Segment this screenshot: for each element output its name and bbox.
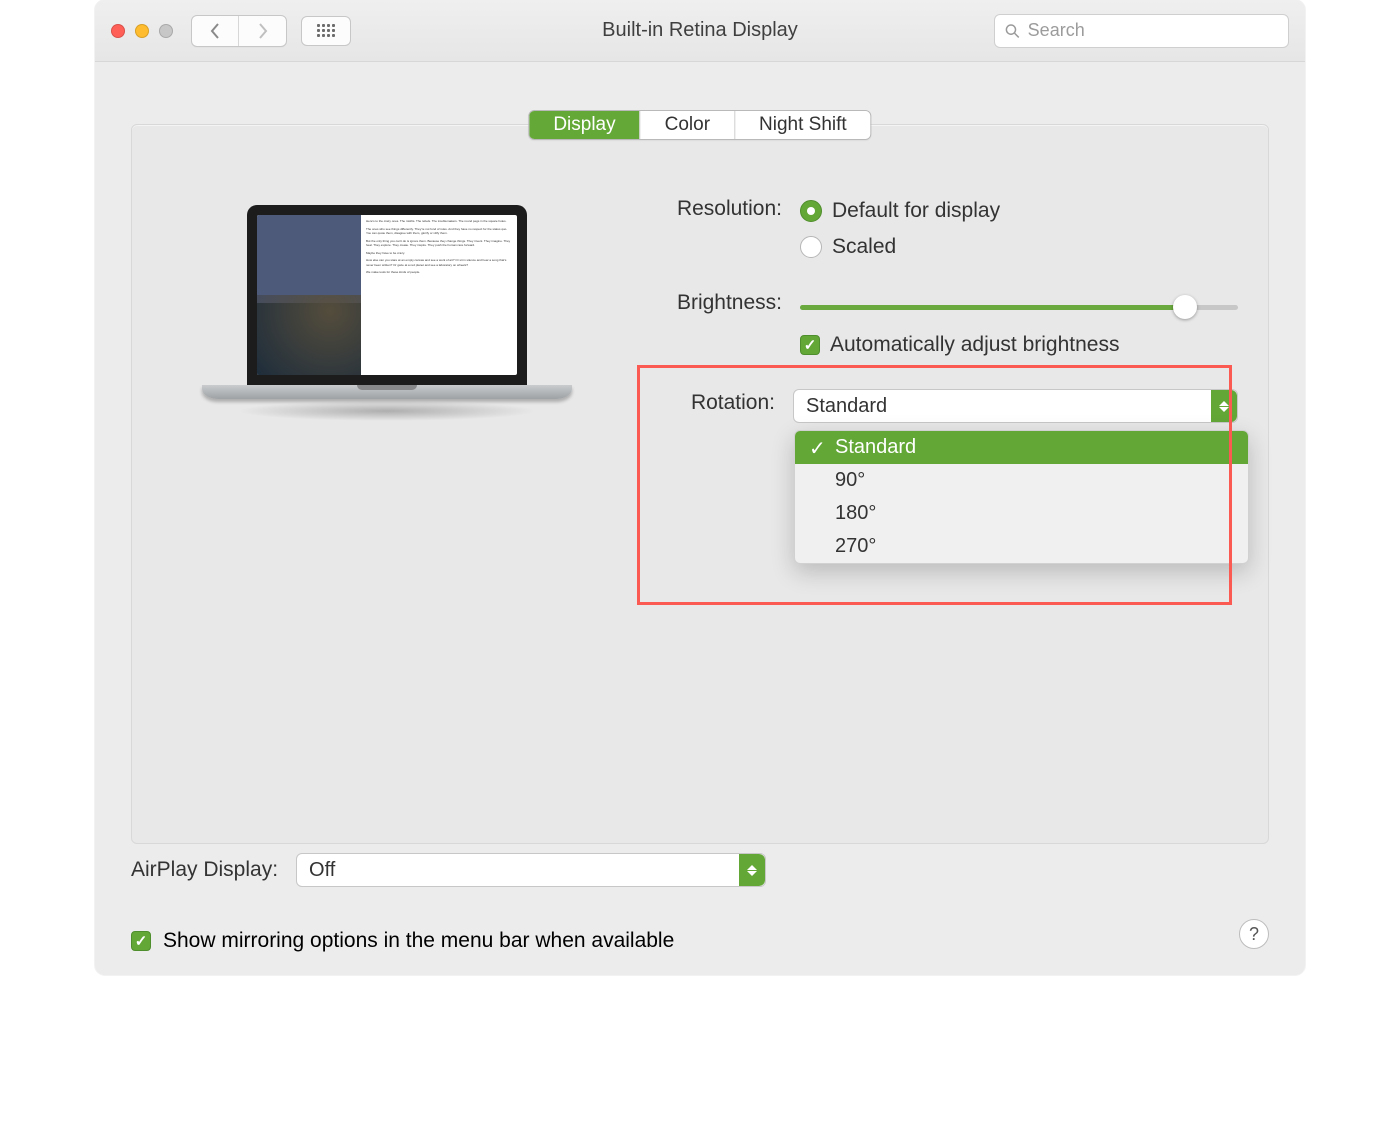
checkbox-checked-icon: ✓	[131, 931, 151, 951]
zoom-window-icon	[159, 24, 173, 38]
slider-thumb-icon[interactable]	[1173, 295, 1197, 319]
mirroring-label: Show mirroring options in the menu bar w…	[163, 929, 674, 953]
window-controls	[111, 24, 173, 38]
preferences-window: Built-in Retina Display Display Color Ni…	[95, 0, 1305, 975]
resolution-scaled-label: Scaled	[832, 235, 896, 259]
nav-back-forward	[191, 15, 287, 47]
rotation-dropdown: Standard 90° 180° 270°	[794, 430, 1249, 564]
radio-checked-icon	[800, 200, 822, 222]
display-preview-icon: Here's to the crazy ones. The misfits. T…	[202, 205, 572, 421]
rotation-current-value: Standard	[806, 395, 887, 418]
settings-panel: Display Color Night Shift Here's to the …	[131, 124, 1269, 844]
mirroring-checkbox[interactable]: ✓ Show mirroring options in the menu bar…	[131, 929, 1269, 953]
back-button[interactable]	[192, 16, 239, 46]
resolution-default-radio[interactable]: Default for display	[800, 199, 1238, 223]
auto-brightness-label: Automatically adjust brightness	[830, 333, 1119, 357]
tab-night-shift[interactable]: Night Shift	[734, 111, 871, 139]
radio-unchecked-icon	[800, 236, 822, 258]
brightness-slider[interactable]	[800, 297, 1238, 317]
help-button[interactable]: ?	[1239, 919, 1269, 949]
airplay-label: AirPlay Display:	[131, 858, 278, 882]
rotation-option-90[interactable]: 90°	[795, 464, 1248, 497]
rotation-option-270[interactable]: 270°	[795, 530, 1248, 563]
rotation-select[interactable]: Standard Standard 90° 180° 270°	[793, 389, 1238, 423]
tab-display[interactable]: Display	[529, 111, 639, 139]
rotation-option-standard[interactable]: Standard	[795, 431, 1248, 464]
stepper-icon	[1211, 390, 1237, 422]
brightness-row: Brightness: ✓ Automatically adjust brigh…	[622, 289, 1238, 357]
airplay-current-value: Off	[309, 859, 335, 882]
show-all-button[interactable]	[301, 16, 351, 46]
rotation-label: Rotation:	[622, 389, 775, 415]
resolution-label: Resolution:	[622, 195, 782, 221]
resolution-default-label: Default for display	[832, 199, 1000, 223]
grid-icon	[317, 24, 335, 38]
window-toolbar: Built-in Retina Display	[95, 0, 1305, 62]
bottom-area: AirPlay Display: Off ✓ Show mirroring op…	[131, 853, 1269, 953]
airplay-row: AirPlay Display: Off	[131, 853, 1269, 887]
tab-color[interactable]: Color	[640, 111, 734, 139]
help-icon: ?	[1249, 924, 1259, 945]
search-input[interactable]	[1028, 20, 1278, 41]
resolution-row: Resolution: Default for display Scaled	[622, 195, 1238, 271]
search-icon	[1005, 23, 1020, 39]
brightness-label: Brightness:	[622, 289, 782, 315]
airplay-select[interactable]: Off	[296, 853, 766, 887]
checkbox-checked-icon: ✓	[800, 335, 820, 355]
rotation-row: Rotation: Standard Standard 90° 180° 270…	[622, 389, 1238, 423]
close-window-icon[interactable]	[111, 24, 125, 38]
forward-button[interactable]	[239, 16, 286, 46]
auto-brightness-checkbox[interactable]: ✓ Automatically adjust brightness	[800, 333, 1238, 357]
display-settings-form: Resolution: Default for display Scaled B…	[622, 195, 1238, 441]
resolution-scaled-radio[interactable]: Scaled	[800, 235, 1238, 259]
stepper-icon	[739, 854, 765, 886]
tab-bar: Display Color Night Shift	[528, 110, 871, 140]
minimize-window-icon[interactable]	[135, 24, 149, 38]
rotation-option-180[interactable]: 180°	[795, 497, 1248, 530]
search-field[interactable]	[994, 14, 1289, 48]
